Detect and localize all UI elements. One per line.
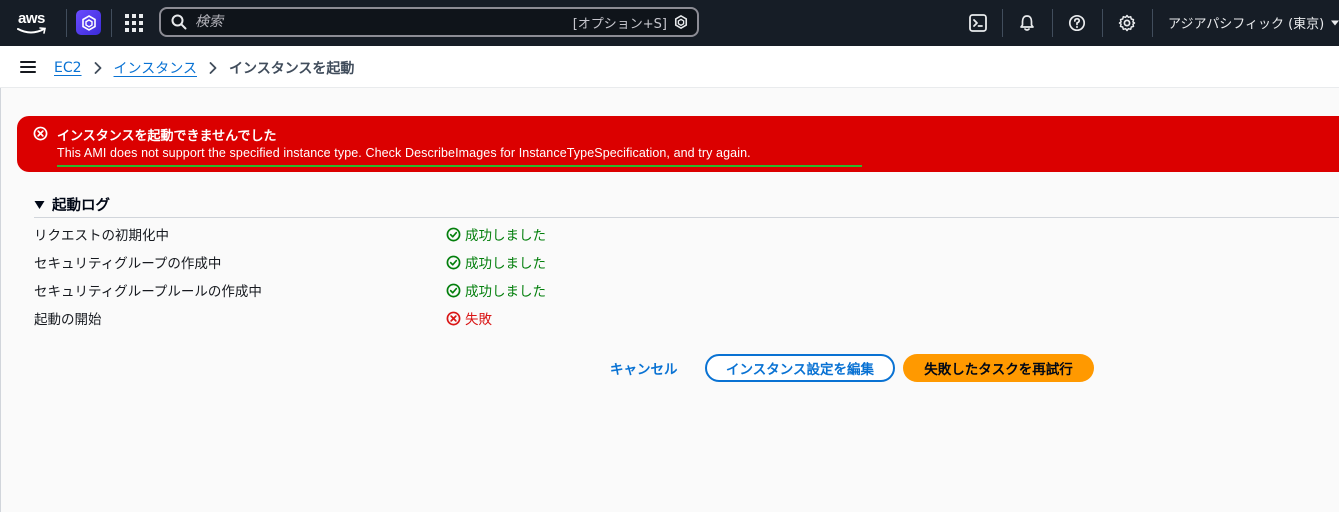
status-success: 成功しました (446, 224, 546, 244)
nav-separator (1152, 9, 1153, 37)
terminal-icon (969, 14, 987, 32)
gear-icon (1118, 14, 1136, 32)
region-label: アジアパシフィック (東京) (1168, 17, 1325, 32)
status-success: 成功しました (446, 252, 546, 272)
nav-separator (66, 9, 67, 37)
check-circle-icon (446, 255, 461, 269)
nav-separator (1052, 9, 1053, 37)
status-success: 成功しました (446, 280, 546, 300)
aws-logo-text: aws (18, 10, 45, 27)
log-step: リクエストの初期化中 (34, 228, 169, 244)
nav-separator (1102, 9, 1103, 37)
search-icon (171, 14, 187, 30)
retry-failed-tasks-button[interactable]: 失敗したタスクを再試行 (903, 354, 1094, 382)
region-selector[interactable]: アジアパシフィック (東京) (1168, 13, 1339, 32)
amazon-q-button[interactable] (76, 10, 101, 35)
launch-log-title: 起動ログ (52, 198, 110, 214)
bell-icon (1020, 15, 1034, 31)
log-step: 起動の開始 (34, 312, 102, 328)
hexagon-icon (81, 14, 96, 31)
caret-down-icon (1331, 20, 1339, 25)
error-message: This AMI does not support the specified … (57, 146, 751, 160)
top-navigation: aws [オプション+S] (0, 0, 1339, 46)
aws-logo[interactable]: aws (16, 8, 52, 38)
grid-icon (125, 14, 143, 32)
error-circle-icon (33, 126, 48, 141)
help-button[interactable] (1066, 12, 1088, 34)
check-circle-icon (446, 227, 461, 241)
log-row: 起動の開始 失敗 (34, 306, 734, 328)
status-text: 成功しました (465, 256, 546, 272)
status-text: 失敗 (465, 312, 492, 328)
nav-separator (111, 9, 112, 37)
status-text: 成功しました (465, 228, 546, 244)
settings-button[interactable] (1116, 12, 1138, 34)
chevron-right-icon (209, 62, 217, 74)
log-row: セキュリティグループルールの作成中 成功しました (34, 278, 734, 300)
services-menu-button[interactable] (124, 13, 144, 33)
error-flashbar: インスタンスを起動できませんでした This AMI does not supp… (17, 116, 1339, 172)
aws-smile-icon (17, 27, 46, 34)
log-step: セキュリティグループの作成中 (34, 256, 222, 272)
cloudshell-button[interactable] (967, 12, 989, 34)
check-circle-icon (446, 283, 461, 297)
launch-log-divider (34, 217, 1339, 218)
log-row: セキュリティグループの作成中 成功しました (34, 250, 734, 272)
search-input[interactable] (195, 12, 555, 32)
search-bar[interactable]: [オプション+S] (159, 7, 699, 37)
caret-down-icon (34, 200, 45, 209)
log-step: セキュリティグループルールの作成中 (34, 284, 262, 300)
status-failed: 失敗 (446, 308, 492, 328)
hexagon-icon[interactable] (674, 15, 688, 29)
log-row: リクエストの初期化中 成功しました (34, 222, 734, 244)
status-text: 成功しました (465, 284, 546, 300)
launch-log-toggle[interactable]: 起動ログ (34, 194, 110, 215)
menu-icon (20, 61, 36, 73)
breadcrumb-bar: EC2 インスタンス インスタンスを起動 (0, 46, 1339, 88)
breadcrumb-ec2[interactable]: EC2 (54, 60, 82, 76)
breadcrumb-current-page: インスタンスを起動 (228, 61, 355, 77)
breadcrumb: EC2 インスタンス インスタンスを起動 (54, 58, 354, 78)
error-message-highlight (57, 165, 862, 167)
cancel-button[interactable]: キャンセル (598, 355, 690, 381)
search-shortcut-hint: [オプション+S] (572, 17, 667, 32)
breadcrumb-instances[interactable]: インスタンス (114, 58, 197, 78)
nav-separator (1002, 9, 1003, 37)
side-nav-toggle[interactable] (20, 59, 36, 78)
error-circle-icon (446, 311, 461, 325)
chevron-right-icon (94, 62, 102, 74)
error-title: インスタンスを起動できませんでした (57, 129, 277, 144)
help-icon (1068, 14, 1086, 32)
notifications-button[interactable] (1016, 12, 1038, 34)
edit-instance-config-button[interactable]: インスタンス設定を編集 (705, 354, 895, 382)
content-left-border (0, 88, 1, 512)
